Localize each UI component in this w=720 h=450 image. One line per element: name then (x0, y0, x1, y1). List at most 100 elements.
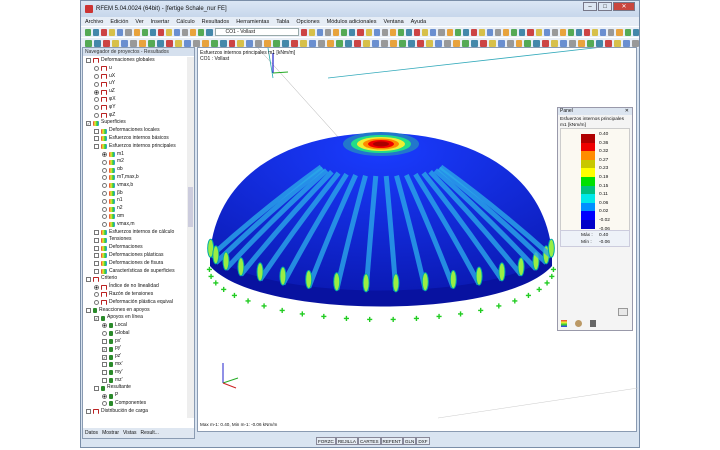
toolbar-button[interactable] (470, 28, 477, 36)
checkbox[interactable] (102, 339, 107, 345)
toolbar-button[interactable] (486, 28, 494, 36)
tree-item[interactable]: Deformaciones plásticas (83, 252, 186, 260)
toolbar-button[interactable] (381, 28, 388, 36)
status-toggle[interactable]: FORZC (316, 437, 336, 445)
tree-item[interactable]: P (83, 392, 186, 400)
toolbar-button[interactable] (354, 39, 362, 47)
tree-item[interactable]: Esfuerzos internos principales (83, 143, 186, 151)
toolbar-button[interactable] (333, 28, 340, 36)
toolbar-button[interactable] (407, 39, 415, 47)
navigator-scrollbar[interactable] (187, 57, 194, 418)
tree-item[interactable]: uZ (83, 88, 186, 96)
tree-item[interactable]: αb (83, 166, 186, 174)
toolbar-button[interactable] (327, 39, 335, 47)
tree-item[interactable]: Distribución de carga (83, 408, 186, 416)
navigator-tab[interactable]: Datos (85, 430, 98, 436)
toolbar-button[interactable] (515, 39, 523, 47)
toolbar-button[interactable] (141, 28, 148, 36)
toolbar-button[interactable] (138, 39, 146, 47)
tree-item[interactable]: vmax,m (83, 221, 186, 229)
tree-item[interactable]: φX (83, 96, 186, 104)
tree-item[interactable]: Razón de tensiones (83, 291, 186, 299)
load-case-select[interactable]: CO1 - Vollast (214, 28, 299, 36)
status-toggle[interactable]: REJILLA (335, 437, 358, 445)
tree-item[interactable]: Global (83, 330, 186, 338)
toolbar-button[interactable] (503, 28, 510, 36)
tree-item[interactable]: u (83, 65, 186, 73)
tree-item[interactable]: ✓ py' (83, 345, 186, 353)
toolbar-button[interactable] (605, 39, 613, 47)
tree-item[interactable]: m1 (83, 151, 186, 159)
toolbar-button[interactable] (147, 39, 155, 47)
toolbar-button[interactable] (365, 28, 372, 36)
toolbar-button[interactable] (497, 39, 505, 47)
radio-button[interactable] (94, 81, 99, 87)
tree-item[interactable]: ✓ Apoyos en línea (83, 314, 186, 322)
toolbar-button[interactable] (614, 39, 622, 47)
toolbar-button[interactable] (542, 39, 550, 47)
toolbar-button[interactable] (446, 28, 453, 36)
zoom-panel-button[interactable] (618, 308, 628, 316)
toolbar-button[interactable] (519, 28, 526, 36)
toolbar-button[interactable] (559, 28, 566, 36)
toolbar-button[interactable] (632, 28, 639, 36)
navigator-tab[interactable]: Vistas (123, 430, 137, 436)
tree-item[interactable]: Deformaciones de fisura (83, 260, 186, 268)
minimize-button[interactable]: – (583, 2, 597, 11)
toolbar-button[interactable] (101, 28, 108, 36)
toolbar-button[interactable] (488, 39, 496, 47)
toolbar-button[interactable] (608, 28, 615, 36)
radio-button[interactable] (102, 183, 107, 189)
tree-item[interactable]: uX (83, 73, 186, 81)
checkbox[interactable]: ✓ (102, 354, 107, 360)
toolbar-button[interactable] (85, 28, 92, 36)
toolbar-button[interactable] (210, 39, 218, 47)
toolbar-button[interactable] (156, 39, 164, 47)
status-toggle[interactable]: CARTES (357, 437, 381, 445)
radio-button[interactable] (94, 97, 99, 103)
toolbar-button[interactable] (524, 39, 532, 47)
tree-item[interactable]: Índice de no linealidad (83, 283, 186, 291)
toolbar-button[interactable] (587, 39, 595, 47)
toolbar-button[interactable] (85, 39, 92, 47)
checkbox[interactable] (94, 268, 99, 274)
status-toggle[interactable]: REFENT (380, 437, 403, 445)
toolbar-button[interactable] (198, 28, 205, 36)
toolbar-button[interactable] (165, 28, 173, 36)
checkbox[interactable] (94, 253, 99, 259)
tree-item[interactable]: Esfuerzos internos básicos (83, 135, 186, 143)
toolbar-button[interactable] (511, 28, 518, 36)
radio-button[interactable] (94, 66, 99, 72)
tree-item[interactable]: φY (83, 104, 186, 112)
menu-item[interactable]: Tabla (276, 19, 289, 25)
radio-button[interactable] (102, 167, 107, 173)
radio-button[interactable] (94, 89, 99, 95)
toolbar-button[interactable] (452, 39, 460, 47)
menu-item[interactable]: Módulos adicionales (327, 19, 377, 25)
radio-button[interactable] (102, 206, 107, 212)
toolbar-button[interactable] (325, 28, 332, 36)
menu-item[interactable]: Ventana (383, 19, 403, 25)
toolbar-button[interactable] (255, 39, 263, 47)
toolbar-button[interactable] (470, 39, 478, 47)
toolbar-button[interactable] (616, 28, 623, 36)
toolbar-button[interactable] (389, 39, 397, 47)
toolbar-button[interactable] (125, 28, 132, 36)
tree-item[interactable]: mz' (83, 377, 186, 385)
toolbar-button[interactable] (192, 39, 200, 47)
toolbar-button[interactable] (182, 28, 189, 36)
toolbar-button[interactable] (109, 28, 116, 36)
toolbar-button[interactable] (183, 39, 191, 47)
checkbox[interactable] (94, 229, 99, 235)
menu-item[interactable]: Ayuda (411, 19, 427, 25)
radio-button[interactable] (102, 393, 107, 399)
toolbar-button[interactable] (317, 28, 324, 36)
tree-item[interactable]: Componentes (83, 400, 186, 408)
toolbar-button[interactable] (600, 28, 607, 36)
tree-item[interactable]: m2 (83, 158, 186, 166)
toolbar-button[interactable] (228, 39, 236, 47)
toolbar-button[interactable] (190, 28, 197, 36)
tree-item[interactable]: mx' (83, 361, 186, 369)
menu-item[interactable]: Archivo (85, 19, 103, 25)
toolbar-button[interactable] (133, 28, 140, 36)
